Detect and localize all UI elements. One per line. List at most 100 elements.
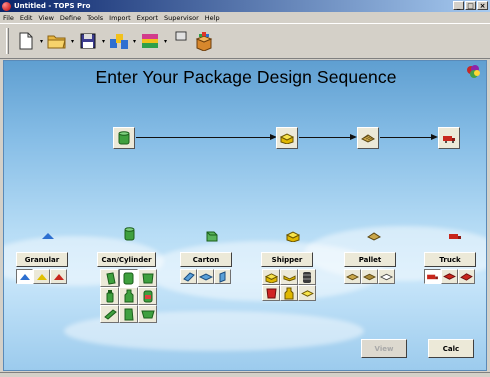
shipper-option[interactable]	[262, 269, 280, 285]
pallet-button[interactable]: Pallet	[344, 252, 396, 267]
shipper-option[interactable]	[280, 285, 298, 301]
can-option[interactable]	[138, 269, 157, 287]
sequence-step-pallet[interactable]	[357, 127, 379, 149]
can-icon	[118, 131, 130, 145]
label-jar-icon	[143, 290, 152, 303]
open-button[interactable]	[47, 30, 67, 52]
design-dropdown[interactable]: ▾	[132, 38, 137, 45]
title-bar: Untitled - TOPS Pro _ □ ×	[0, 0, 490, 12]
can-cylinder-button[interactable]: Can/Cylinder	[97, 252, 156, 267]
can-option[interactable]	[100, 305, 119, 323]
carton-button[interactable]: Carton	[180, 252, 232, 267]
can-option[interactable]	[119, 287, 138, 305]
shipper-option[interactable]	[298, 269, 316, 285]
sequence-step-shipper[interactable]	[276, 127, 298, 149]
granular-icon	[38, 229, 58, 243]
truck-option[interactable]	[458, 269, 475, 284]
can-option[interactable]	[100, 287, 119, 305]
granular-option[interactable]	[33, 269, 50, 284]
menu-define[interactable]: Define	[60, 14, 81, 22]
carton-option[interactable]	[180, 269, 197, 284]
new-file-button[interactable]	[16, 30, 36, 52]
minimize-button[interactable]: _	[453, 1, 464, 10]
granular-button[interactable]: Granular	[16, 252, 68, 267]
menu-help[interactable]: Help	[205, 14, 220, 22]
menu-edit[interactable]: Edit	[20, 14, 33, 22]
pallet-option[interactable]	[361, 269, 378, 284]
truck-icon	[443, 136, 455, 143]
package-button[interactable]	[194, 30, 214, 52]
save-button[interactable]	[78, 30, 98, 52]
easy-button[interactable]	[171, 30, 191, 52]
truck-option[interactable]	[424, 269, 441, 284]
carton-upright-icon	[219, 270, 225, 283]
tub-icon	[141, 273, 154, 284]
tray-icon	[140, 310, 155, 319]
menu-file[interactable]: File	[3, 14, 14, 22]
truck-category-icon	[445, 229, 465, 243]
tops-logo-icon	[467, 65, 480, 78]
can-option[interactable]	[119, 269, 138, 287]
can-category-icon	[119, 227, 139, 241]
pile-red-icon	[53, 273, 64, 280]
pallet-option[interactable]	[344, 269, 361, 284]
pallet-option[interactable]	[378, 269, 395, 284]
can-icon	[123, 272, 134, 285]
folder-icon	[47, 35, 66, 49]
calc-button[interactable]: Calc	[428, 339, 474, 358]
shipper-option[interactable]	[280, 269, 298, 285]
view-button[interactable]: View	[361, 339, 407, 358]
bottle-icon	[106, 290, 113, 303]
sequence-step-can[interactable]	[113, 127, 135, 149]
floppy-icon	[80, 33, 96, 49]
drum-icon	[303, 271, 311, 283]
flat-can-icon	[103, 309, 117, 320]
design-button[interactable]	[109, 30, 129, 52]
sequence-step-truck[interactable]	[438, 127, 460, 149]
shipper-box-icon	[280, 133, 294, 144]
flat-shipper-icon	[300, 289, 314, 297]
can-option[interactable]	[138, 287, 157, 305]
can-cylinder-options	[100, 269, 157, 323]
can-option[interactable]	[138, 305, 157, 323]
maximize-button[interactable]: □	[465, 1, 476, 10]
truck-button[interactable]: Truck	[424, 252, 476, 267]
sequence-arrowhead	[350, 134, 357, 140]
menu-supervisor[interactable]: Supervisor	[164, 14, 199, 22]
shipper-box-icon	[264, 272, 278, 283]
granular-option[interactable]	[50, 269, 67, 284]
shipper-button[interactable]: Shipper	[261, 252, 313, 267]
sequence-connector	[299, 137, 351, 138]
pallet-icon	[361, 134, 375, 143]
menu-import[interactable]: Import	[109, 14, 131, 22]
can-option[interactable]	[119, 305, 138, 323]
menu-bar: File Edit View Define Tools Import Expor…	[0, 12, 490, 23]
carton-option[interactable]	[197, 269, 214, 284]
close-button[interactable]: ×	[477, 1, 488, 10]
open-dropdown[interactable]: ▾	[70, 38, 75, 45]
truck-options	[424, 269, 475, 284]
menu-export[interactable]: Export	[137, 14, 158, 22]
shipper-option[interactable]	[262, 285, 280, 301]
shipper-option[interactable]	[298, 285, 316, 301]
layers-button[interactable]	[140, 30, 160, 52]
carton-icon	[201, 229, 221, 243]
save-dropdown[interactable]: ▾	[101, 38, 106, 45]
toolbar-grip[interactable]	[6, 28, 9, 54]
granular-option[interactable]	[16, 269, 33, 284]
truck-option[interactable]	[441, 269, 458, 284]
new-dropdown[interactable]: ▾	[39, 38, 44, 45]
sequence-connector	[136, 137, 270, 138]
pallet-category-icon	[364, 229, 384, 243]
window-title: Untitled - TOPS Pro	[14, 2, 91, 10]
carton-option[interactable]	[214, 269, 231, 284]
carton-flat-icon	[198, 272, 213, 281]
menu-tools[interactable]: Tools	[87, 14, 103, 22]
bucket-icon	[265, 288, 277, 299]
menu-view[interactable]: View	[38, 14, 53, 22]
container-icon	[443, 273, 456, 280]
can-option[interactable]	[100, 269, 119, 287]
layers-dropdown[interactable]: ▾	[163, 38, 168, 45]
pallet-stack-icon	[363, 273, 376, 280]
shipper-options	[262, 269, 316, 301]
